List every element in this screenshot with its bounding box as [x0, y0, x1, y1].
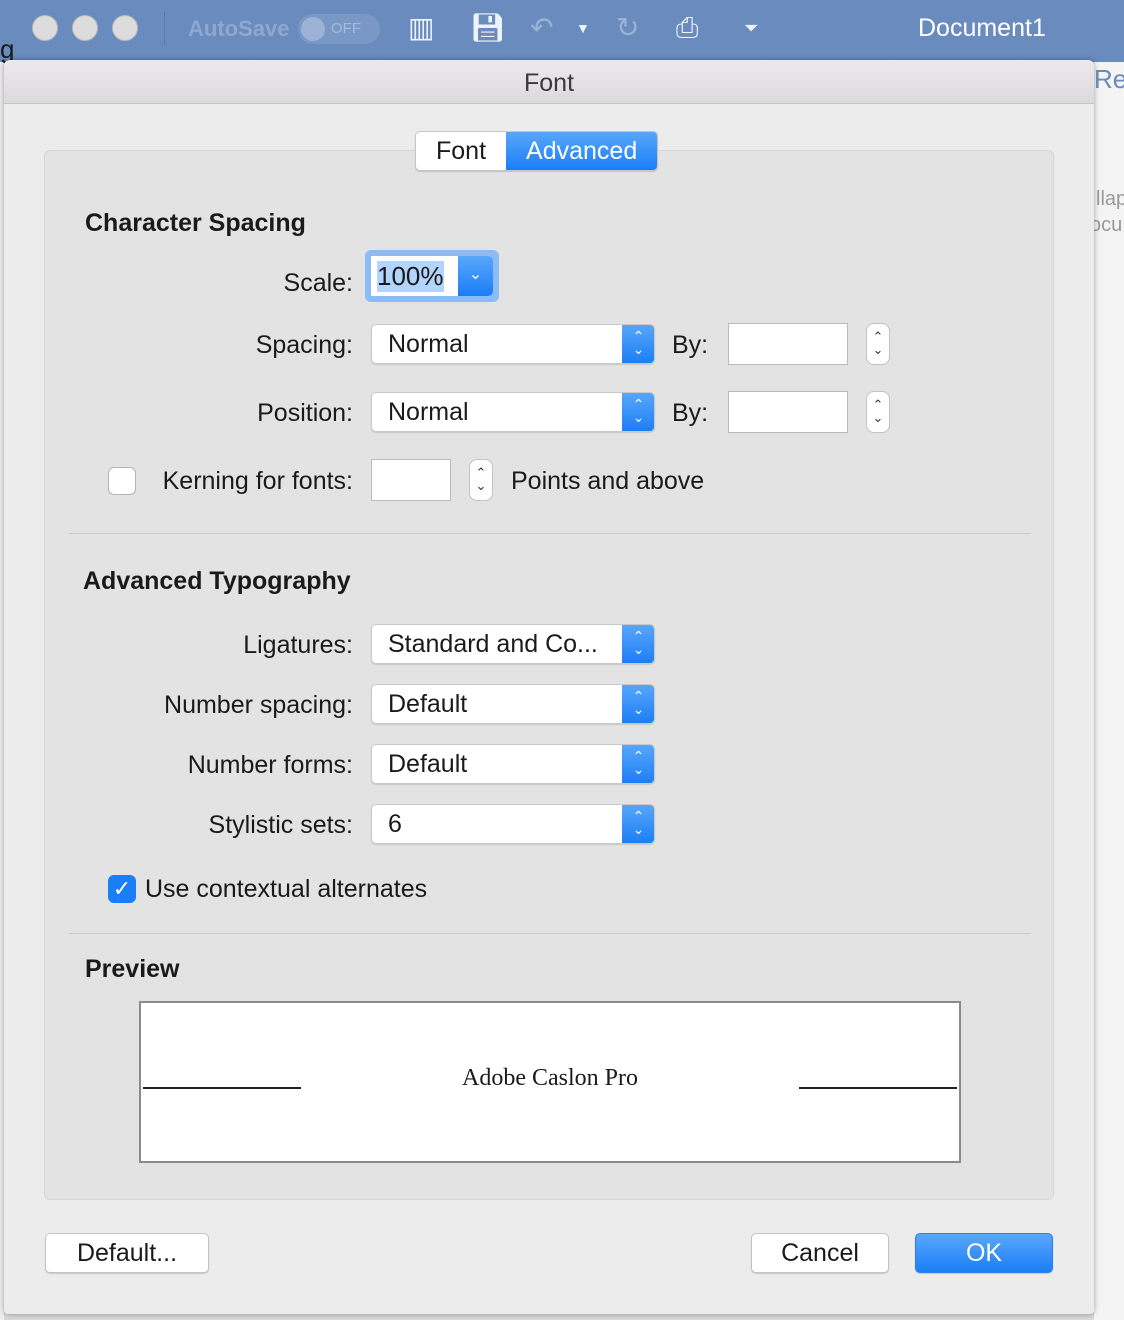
updown-chevron-icon: ⌃ ⌄ — [622, 625, 654, 663]
print-icon[interactable]: ⎙ — [676, 12, 698, 44]
default-button[interactable]: Default... — [45, 1233, 209, 1273]
kerning-stepper[interactable]: ⌃ ⌄ — [469, 459, 493, 501]
number-spacing-popup[interactable]: Default ⌃ ⌄ — [371, 684, 655, 724]
character-spacing-heading: Character Spacing — [85, 209, 306, 237]
advanced-typography-heading: Advanced Typography — [83, 567, 351, 595]
updown-chevron-icon: ⌃ ⌄ — [622, 805, 654, 843]
position-by-input[interactable] — [728, 391, 848, 433]
sidebar-icon[interactable]: ▥ — [408, 12, 434, 44]
spacing-by-label: By: — [672, 331, 709, 359]
ribbon-background: Re llap ocu — [1090, 62, 1124, 1320]
updown-chevron-icon: ⌃ ⌄ — [622, 325, 654, 363]
zoom-window-button[interactable] — [112, 15, 138, 41]
position-label: Position: — [257, 399, 353, 427]
document-title: Document1 — [918, 14, 1046, 42]
bg-fragment: llap — [1096, 188, 1124, 210]
updown-chevron-icon: ⌃ ⌄ — [622, 393, 654, 431]
autosave-state: OFF — [331, 20, 361, 37]
chevron-down-icon[interactable]: ⌄ — [458, 256, 493, 296]
autosave-toggle[interactable]: OFF — [298, 14, 380, 44]
customize-toolbar-icon[interactable]: ⏷ — [744, 12, 758, 44]
spacing-by-stepper[interactable]: ⌃ ⌄ — [866, 323, 890, 365]
number-forms-label: Number forms: — [187, 751, 353, 779]
position-by-label: By: — [672, 399, 709, 427]
advanced-panel: Character Spacing Scale: 100% ⌄ Spacing:… — [44, 150, 1054, 1200]
position-by-stepper[interactable]: ⌃ ⌄ — [866, 391, 890, 433]
ok-button[interactable]: OK — [915, 1233, 1053, 1273]
ligatures-popup[interactable]: Standard and Co... ⌃ ⌄ — [371, 624, 655, 664]
tab-advanced[interactable]: Advanced — [506, 132, 658, 170]
app-titlebar: AutoSave OFF ▥ 💾︎ ↶ ▼ ↻ ⎙ ⏷ Document1 — [0, 0, 1124, 62]
number-forms-popup[interactable]: Default ⌃ ⌄ — [371, 744, 655, 784]
divider — [69, 533, 1031, 534]
position-popup[interactable]: Normal ⌃ ⌄ — [371, 392, 655, 432]
preview-text: Adobe Caslon Pro — [462, 1065, 638, 1091]
toggle-knob — [301, 17, 325, 41]
tab-font[interactable]: Font — [416, 132, 506, 170]
stylistic-sets-value: 6 — [388, 810, 402, 838]
redo-icon[interactable]: ↻ — [616, 12, 639, 44]
spacing-label: Spacing: — [255, 331, 353, 359]
close-window-button[interactable] — [32, 15, 58, 41]
kerning-label: Kerning for fonts: — [162, 467, 353, 495]
autosave-label: AutoSave — [188, 16, 290, 41]
updown-chevron-icon: ⌃ ⌄ — [622, 685, 654, 723]
ligatures-value: Standard and Co... — [388, 630, 598, 658]
contextual-alternates-checkbox[interactable]: ✓ — [108, 875, 136, 903]
kerning-input[interactable] — [371, 459, 451, 501]
updown-chevron-icon: ⌃ ⌄ — [622, 745, 654, 783]
dialog-title: Font — [4, 60, 1094, 104]
divider — [69, 933, 1031, 934]
spacing-popup[interactable]: Normal ⌃ ⌄ — [371, 324, 655, 364]
undo-icon[interactable]: ↶ — [530, 12, 553, 44]
save-icon[interactable]: 💾︎ — [470, 12, 506, 44]
divider — [164, 12, 165, 46]
position-value: Normal — [388, 398, 469, 426]
contextual-alternates-label: Use contextual alternates — [145, 875, 428, 903]
ligatures-label: Ligatures: — [243, 631, 353, 659]
font-dialog: Font Font Advanced Character Spacing Sca… — [4, 60, 1094, 1314]
bg-fragment: ocu — [1090, 214, 1123, 236]
tab-bar: Font Advanced — [415, 131, 659, 171]
scale-label: Scale: — [283, 269, 353, 297]
kerning-suffix: Points and above — [511, 467, 705, 495]
stylistic-sets-popup[interactable]: 6 ⌃ ⌄ — [371, 804, 655, 844]
stylistic-sets-label: Stylistic sets: — [208, 811, 353, 839]
spacing-by-input[interactable] — [728, 323, 848, 365]
cancel-button[interactable]: Cancel — [751, 1233, 889, 1273]
undo-dropdown-icon[interactable]: ▼ — [576, 12, 590, 44]
preview-heading: Preview — [85, 955, 180, 983]
number-spacing-label: Number spacing: — [164, 691, 353, 719]
number-forms-value: Default — [388, 750, 468, 778]
number-spacing-value: Default — [388, 690, 468, 718]
preview-box: Adobe Caslon Pro — [139, 1001, 961, 1163]
minimize-window-button[interactable] — [72, 15, 98, 41]
spacing-value: Normal — [388, 330, 469, 358]
bg-fragment: Re — [1094, 64, 1124, 94]
scale-input[interactable]: 100% — [377, 261, 444, 292]
scale-combobox[interactable]: 100% ⌄ — [365, 250, 499, 302]
